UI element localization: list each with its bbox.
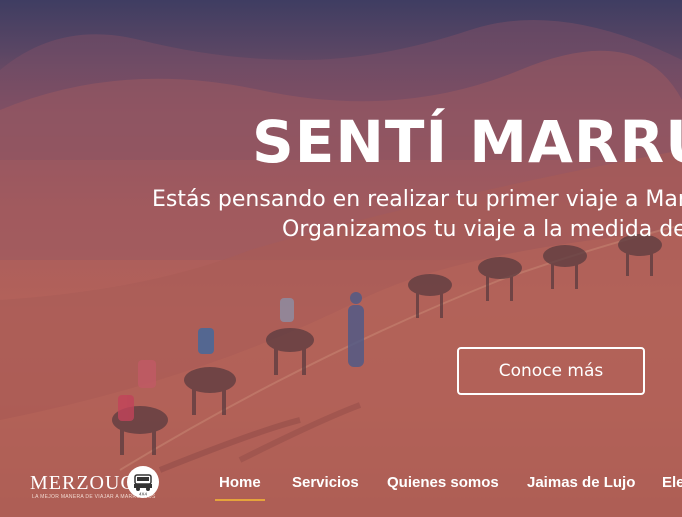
nav-item-servicios[interactable]: Servicios [292,474,359,491]
merzouga-logo[interactable]: MERZOUGA LA MEJOR MANERA DE VIAJAR A MAR… [30,466,160,506]
conoce-mas-button[interactable]: Conoce más [457,347,645,395]
hero-subtitle-line-2: Organizamos tu viaje a la medida de [282,217,682,242]
desert-caravan-image [0,20,682,517]
nav-item-quienes-somos[interactable]: Quienes somos [387,474,499,491]
jeep-4x4-icon: 4X4 [127,466,159,498]
nav-item-jaimas-de-lujo[interactable]: Jaimas de Lujo [527,474,635,491]
main-navbar: MERZOUGA LA MEJOR MANERA DE VIAJAR A MAR… [0,452,682,517]
hero-subtitle-line-1: Estás pensando en realizar tu primer via… [152,187,682,212]
hero-banner: SENTÍ MARRU Estás pensando en realizar t… [0,0,682,517]
nav-item-ele[interactable]: Ele [662,474,682,491]
svg-text:4X4: 4X4 [139,492,148,497]
hero-title: SENTÍ MARRU [252,108,682,176]
nav-item-home[interactable]: Home [215,474,265,501]
